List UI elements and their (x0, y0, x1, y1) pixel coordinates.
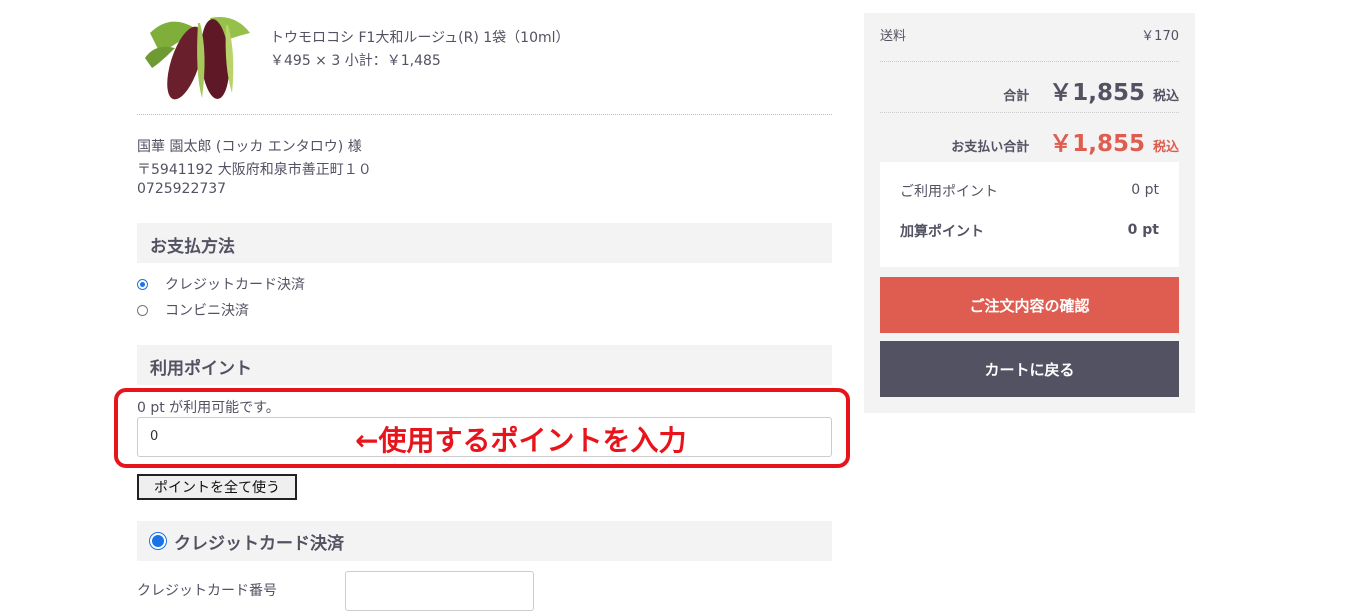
shipping-label: 送料 (880, 29, 907, 44)
radio-checked-icon[interactable] (150, 533, 166, 549)
total-row: 合計 ￥1,855 税込 (1003, 73, 1179, 107)
recipient-address: 〒5941192 大阪府和泉市善正町１０ (137, 162, 372, 178)
recipient-phone: 0725922737 (137, 181, 227, 197)
points-heading: 利用ポイント (137, 345, 832, 385)
product-price-line: ￥495 × 3 小計：￥1,485 (270, 53, 441, 69)
added-points-label: 加算ポイント (900, 224, 984, 240)
payment-total-row: お支払い合計 ￥1,855 税込 (951, 124, 1179, 158)
divider (880, 61, 1179, 62)
recipient-name: 国華 園太郎 (コッカ エンタロウ) 様 (137, 139, 362, 155)
credit-card-title: クレジットカード決済 (174, 533, 344, 554)
radio-checked-icon[interactable] (137, 278, 148, 290)
added-points-value: 0 pt (1127, 222, 1159, 238)
total-tax: 税込 (1152, 89, 1179, 104)
payment-option-credit[interactable]: クレジットカード決済 (137, 274, 305, 294)
payment-method-heading: お支払方法 (137, 223, 832, 263)
back-to-cart-button[interactable]: カートに戻る (880, 341, 1179, 397)
shipping-value: ￥170 (1141, 29, 1179, 44)
payment-total-tax: 税込 (1152, 140, 1179, 155)
product-name: トウモロコシ F1大和ルージュ(R) 1袋（10ml） (270, 30, 570, 46)
used-points-label: ご利用ポイント (900, 184, 998, 200)
payment-total-label: お支払い合計 (951, 140, 1030, 155)
confirm-order-button[interactable]: ご注文内容の確認 (880, 277, 1179, 333)
credit-card-heading: クレジットカード決済 (137, 521, 832, 561)
payment-option-convenience[interactable]: コンビニ決済 (137, 300, 249, 320)
payment-method-title: お支払方法 (150, 237, 235, 257)
payment-total-value: ￥1,855 (1049, 131, 1145, 157)
card-number-label: クレジットカード番号 (137, 583, 277, 599)
total-value: ￥1,855 (1049, 80, 1145, 106)
payment-option-label: コンビニ決済 (165, 303, 249, 319)
total-label: 合計 (1003, 89, 1030, 104)
use-all-points-button[interactable]: ポイントを全て使う (137, 474, 297, 500)
payment-option-label: クレジットカード決済 (165, 277, 305, 293)
card-number-input[interactable] (345, 571, 534, 611)
product-image (140, 13, 258, 103)
used-points-value: 0 pt (1131, 182, 1159, 198)
divider (880, 112, 1179, 113)
divider (137, 114, 832, 115)
annotation-text: ←使用するポイントを入力 (355, 424, 687, 457)
radio-unchecked-icon[interactable] (137, 304, 148, 316)
points-summary-box (880, 162, 1179, 267)
points-title: 利用ポイント (150, 359, 252, 379)
